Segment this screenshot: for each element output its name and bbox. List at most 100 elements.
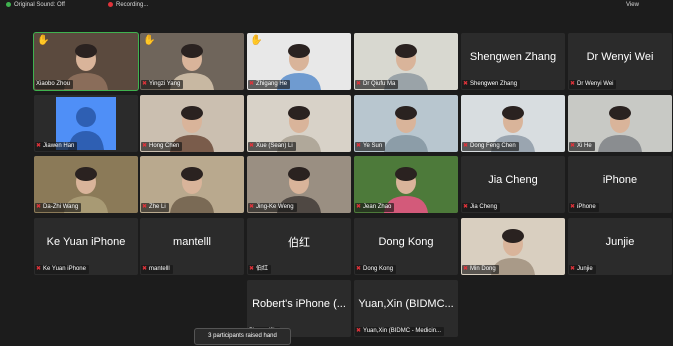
muted-mic-icon: ✖ (570, 204, 576, 210)
participant-name-label: Xiaobo Zhou (35, 80, 74, 89)
muted-mic-icon: ✖ (463, 81, 469, 87)
participant-display-name: Yuan,Xin (BIDMC... (358, 297, 454, 310)
participant-tile[interactable]: ✖ Dr Qiufu Ma (354, 33, 458, 90)
raised-hand-icon: ✋ (143, 35, 156, 46)
participant-tile[interactable]: Dr Wenyi Wei ✖ Dr Wenyi Wei (568, 33, 672, 90)
muted-mic-icon: ✖ (356, 328, 362, 334)
participant-display-name: Shengwen Zhang (469, 50, 557, 63)
participant-name-label: ✖ 伯红 (248, 265, 272, 274)
participant-name: Dr Wenyi Wei (577, 81, 614, 87)
muted-mic-icon: ✖ (356, 204, 362, 210)
participant-tile[interactable]: Yuan,Xin (BIDMC... ✖ Yuan,Xin (BIDMC - Med… (354, 280, 458, 337)
muted-mic-icon: ✖ (570, 266, 576, 272)
participant-tile[interactable]: Jia Cheng ✖ Jia Cheng (461, 156, 565, 213)
muted-mic-icon: ✖ (463, 143, 469, 149)
participant-name-label: ✖ Da-Zhi Wang (35, 203, 82, 212)
participant-name: Dong Feng Chen (470, 143, 516, 149)
participant-name: Zhigang He (256, 81, 288, 87)
participant-tile[interactable]: ✖ Ye Sun (354, 95, 458, 152)
participant-display-name: Jia Cheng (488, 173, 538, 186)
participant-name: Shengwen Zhang (470, 81, 518, 87)
participant-name: 伯红 (256, 266, 269, 272)
participant-name: Jiawen Han (43, 143, 75, 149)
participant-name-label: ✖ Jia Cheng (462, 203, 501, 212)
participant-display-name: Robert's iPhone (... (252, 297, 346, 310)
participant-name-label: ✖ Dr Qiufu Ma (355, 80, 399, 89)
muted-mic-icon: ✖ (463, 266, 469, 272)
participant-tile[interactable]: ✖ Jing-Ke Weng (247, 156, 351, 213)
muted-mic-icon: ✖ (36, 143, 42, 149)
participant-name: Yingzi Yang (149, 81, 181, 87)
participant-tile[interactable]: Shengwen Zhang ✖ Shengwen Zhang (461, 33, 565, 90)
participant-name: mantelll (149, 266, 170, 272)
participant-display-name: Dr Wenyi Wei (586, 50, 654, 63)
participant-tile[interactable]: ✖ Min Dong (461, 218, 565, 275)
participant-tile[interactable]: ✖ Dong Feng Chen (461, 95, 565, 152)
participant-tile[interactable]: iPhone ✖ iPhone (568, 156, 672, 213)
participant-tile[interactable]: ✖ Zhe Li (140, 156, 244, 213)
participant-display-name: Ke Yuan iPhone (46, 235, 126, 248)
participant-name-label: ✖ Dong Feng Chen (462, 142, 519, 151)
participant-name: Zhe Li (149, 204, 166, 210)
participant-name-label: ✖ Dr Wenyi Wei (569, 80, 617, 89)
participant-tile[interactable]: ✖ Xi He (568, 95, 672, 152)
participant-name-label: ✖ Jean Zhao (355, 203, 395, 212)
participant-tile[interactable]: ✋ Xiaobo Zhou (33, 32, 139, 91)
participant-display-name: Junjie (605, 235, 635, 248)
participant-tile[interactable]: Junjie ✖ Junjie (568, 218, 672, 275)
participant-tile[interactable]: Ke Yuan iPhone ✖ Ke Yuan iPhone (34, 218, 138, 275)
participant-name: Jing-Ke Weng (256, 204, 294, 210)
participant-name: Min Dong (470, 266, 496, 272)
participant-name-label: ✖ Min Dong (462, 265, 499, 274)
participant-name: Jean Zhao (363, 204, 392, 210)
participant-name-label: ✖ Zhigang He (248, 80, 291, 89)
participant-name: Ke Yuan iPhone (43, 266, 86, 272)
participant-name: Yuan,Xin (BIDMC - Medicin... (363, 328, 442, 334)
participant-tile[interactable]: ✖ Jean Zhao (354, 156, 458, 213)
participant-display-name: iPhone (602, 173, 638, 186)
participant-tile[interactable]: mantelll ✖ mantelll (140, 218, 244, 275)
participant-tile[interactable]: ✖ Hong Chen (140, 95, 244, 152)
raised-hand-icon: ✋ (37, 35, 50, 46)
raised-hand-notification[interactable]: 3 participants raised hand (194, 328, 291, 345)
muted-mic-icon: ✖ (142, 204, 148, 210)
participant-name-label: ✖ Zhe Li (141, 203, 169, 212)
participant-display-name: Dong Kong (378, 235, 434, 248)
participant-name-label: ✖ Ye Sun (355, 142, 386, 151)
participant-tile[interactable]: 伯红 ✖ 伯红 (247, 218, 351, 275)
muted-mic-icon: ✖ (249, 204, 255, 210)
muted-mic-icon: ✖ (356, 266, 362, 272)
participant-name: Xiaobo Zhou (36, 81, 71, 87)
participant-name: Hong Chen (149, 143, 180, 149)
muted-mic-icon: ✖ (249, 266, 255, 272)
muted-mic-icon: ✖ (142, 81, 148, 87)
participant-tile[interactable]: ✖ Xue (Sean) Li (247, 95, 351, 152)
participant-name-label: ✖ Shengwen Zhang (462, 80, 521, 89)
muted-mic-icon: ✖ (356, 81, 362, 87)
participant-name-label: ✖ Yuan,Xin (BIDMC - Medicin... (355, 327, 445, 336)
participant-name: Xi He (577, 143, 592, 149)
participant-tile[interactable]: ✖ Da-Zhi Wang (34, 156, 138, 213)
participant-display-name: 伯红 (288, 236, 310, 249)
participant-name: Dr Qiufu Ma (363, 81, 396, 87)
muted-mic-icon: ✖ (249, 81, 255, 87)
meeting-window: Original Sound: Off Recording... View ✋ X… (0, 0, 673, 346)
participant-name-label: ✖ Hong Chen (141, 142, 183, 151)
muted-mic-icon: ✖ (142, 143, 148, 149)
participant-name: Jia Cheng (470, 204, 498, 210)
participant-name-label: ✖ Xue (Sean) Li (248, 142, 296, 151)
participant-name: iPhone (577, 204, 596, 210)
participant-tile[interactable]: ✋ ✖ Zhigang He (247, 33, 351, 90)
participant-tile[interactable]: Dong Kong ✖ Dong Kong (354, 218, 458, 275)
participant-name-label: ✖ Jing-Ke Weng (248, 203, 297, 212)
participant-name: Ye Sun (363, 143, 383, 149)
participant-name-label: ✖ Xi He (569, 142, 595, 151)
participant-tile[interactable]: ✋ ✖ Yingzi Yang (140, 33, 244, 90)
participant-name: Xue (Sean) Li (256, 143, 293, 149)
participant-name: Dong Kong (363, 266, 394, 272)
participant-grid: ✋ Xiaobo Zhou ✋ ✖ Yingzi Yang ✋ ✖ Zhigang He ✖ Dr… (0, 0, 673, 346)
muted-mic-icon: ✖ (570, 143, 576, 149)
muted-mic-icon: ✖ (36, 266, 42, 272)
participant-tile[interactable]: ✖ Jiawen Han (34, 95, 138, 152)
raised-hand-icon: ✋ (250, 35, 263, 46)
